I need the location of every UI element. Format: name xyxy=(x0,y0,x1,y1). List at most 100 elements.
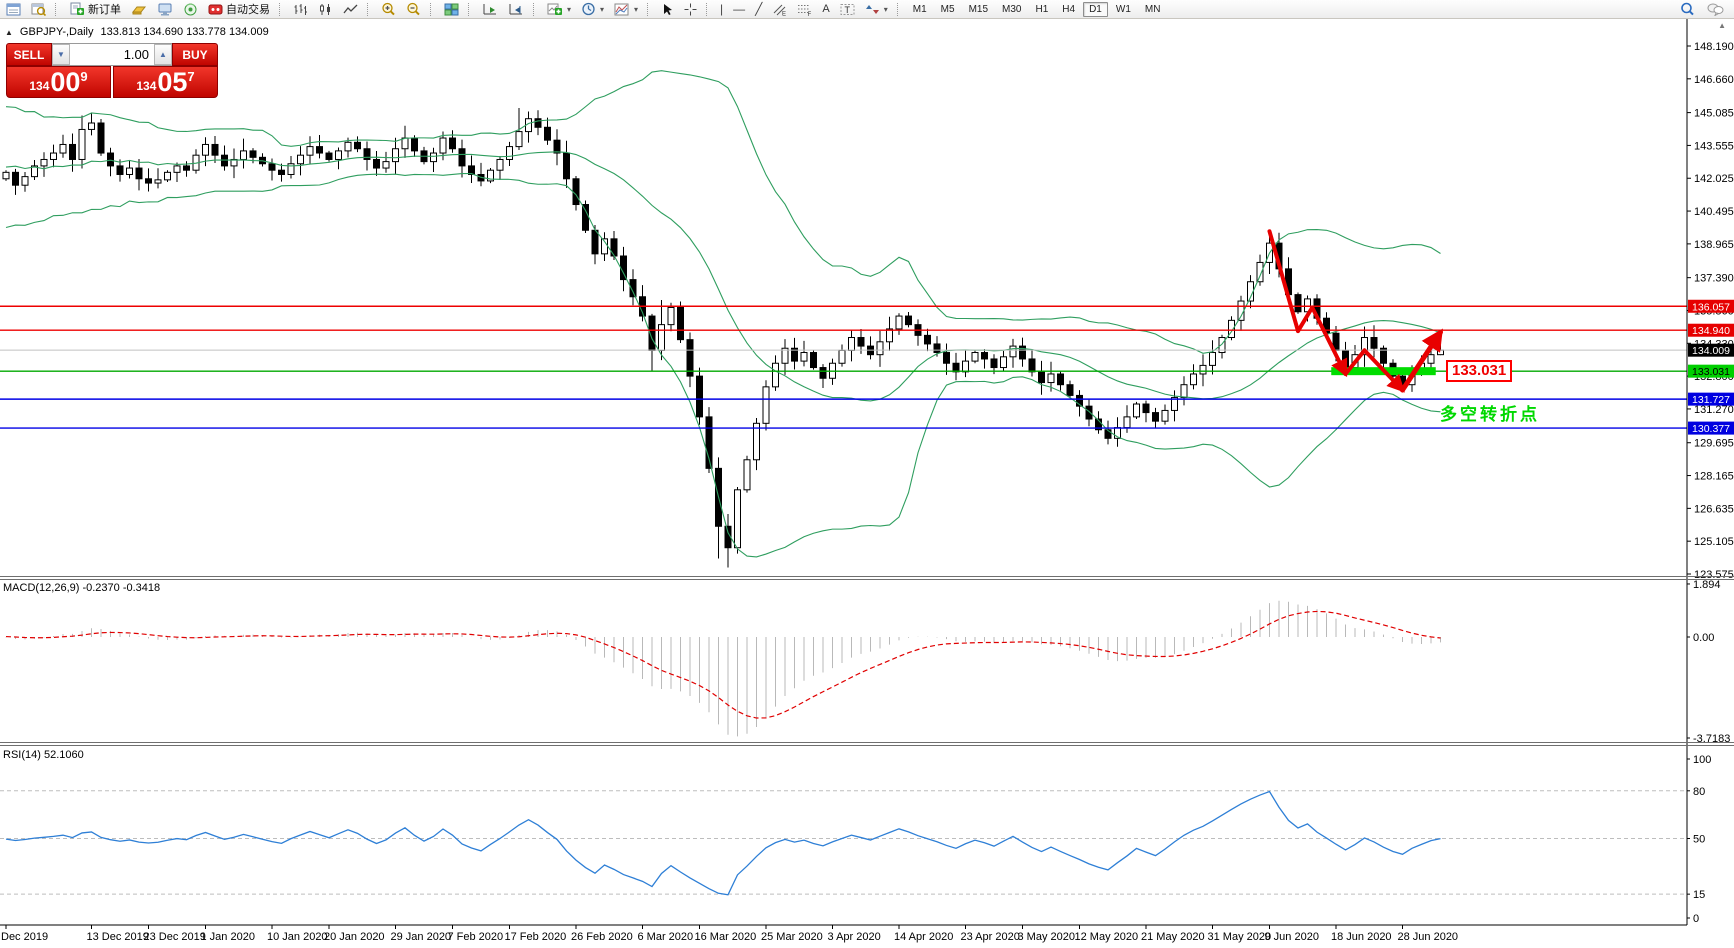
horizontal-line-icon[interactable]: — xyxy=(729,0,749,19)
buy-button[interactable]: BUY xyxy=(172,43,218,66)
timeframe-m15[interactable]: M15 xyxy=(963,2,994,17)
market-watch-icon[interactable] xyxy=(2,0,25,19)
text-icon[interactable]: A xyxy=(818,0,833,19)
toolbar-separator xyxy=(897,3,902,16)
auto-scroll-icon[interactable] xyxy=(478,0,502,19)
svg-text:17 Feb 2020: 17 Feb 2020 xyxy=(505,931,567,943)
svg-text:18 Jun 2020: 18 Jun 2020 xyxy=(1331,931,1392,943)
timeframe-m30[interactable]: M30 xyxy=(996,2,1027,17)
svg-text:137.390: 137.390 xyxy=(1694,273,1734,285)
volume-input[interactable]: 1.00 xyxy=(70,44,154,65)
chart-window[interactable]: 148.190146.660145.085143.555142.025140.4… xyxy=(0,19,1734,948)
trendline-icon[interactable]: ╱ xyxy=(751,0,766,19)
svg-text:-3.7183: -3.7183 xyxy=(1693,733,1730,745)
bar-chart-icon[interactable] xyxy=(289,0,312,19)
macd-label: MACD(12,26,9) -0.2370 -0.3418 xyxy=(3,582,160,594)
terminal-icon[interactable] xyxy=(153,0,177,19)
signals-icon[interactable] xyxy=(179,0,202,19)
buy-price[interactable]: 134 05 7 xyxy=(113,66,218,98)
buy-price-big: 05 xyxy=(157,67,187,97)
buy-price-prefix: 134 xyxy=(136,79,156,93)
toolbar-separator xyxy=(55,3,60,16)
history-center-icon[interactable] xyxy=(127,0,151,19)
line-chart-icon[interactable] xyxy=(339,0,362,19)
svg-text:133.031: 133.031 xyxy=(1692,366,1730,378)
sell-price[interactable]: 134 00 9 xyxy=(6,66,111,98)
data-window-icon[interactable] xyxy=(27,0,50,19)
chevron-down-icon: ▾ xyxy=(600,5,604,14)
autotrading-button[interactable]: 自动交易 xyxy=(204,0,274,19)
fibonacci-icon[interactable]: F xyxy=(793,0,816,19)
indicators-button[interactable]: ▾ xyxy=(543,0,575,19)
support-price-callout[interactable]: 133.031 xyxy=(1446,360,1512,382)
symbol-title: ▲ GBPJPY-,Daily 133.813 134.690 133.778 … xyxy=(5,26,269,38)
turning-point-annotation[interactable]: 多空转折点 xyxy=(1440,400,1540,425)
svg-text:21 May 2020: 21 May 2020 xyxy=(1141,931,1205,943)
svg-text:125.105: 125.105 xyxy=(1694,536,1734,548)
rsi-label: RSI(14) 52.1060 xyxy=(3,749,84,761)
svg-text:131.727: 131.727 xyxy=(1692,394,1730,406)
equidistant-channel-icon[interactable]: E xyxy=(768,0,791,19)
symbol-ohlc: 133.813 134.690 133.778 134.009 xyxy=(100,26,268,38)
timeframe-mn[interactable]: MN xyxy=(1139,2,1167,17)
zoom-out-icon[interactable] xyxy=(402,0,425,19)
price-chart-canvas[interactable]: 148.190146.660145.085143.555142.025140.4… xyxy=(0,19,1734,948)
svg-text:0: 0 xyxy=(1693,913,1699,925)
svg-text:80: 80 xyxy=(1693,786,1705,798)
svg-text:142.025: 142.025 xyxy=(1694,173,1734,185)
svg-text:138.965: 138.965 xyxy=(1694,239,1734,251)
svg-text:145.085: 145.085 xyxy=(1694,108,1734,120)
templates-button[interactable]: ▾ xyxy=(610,0,642,19)
svg-text:29 Jan 2020: 29 Jan 2020 xyxy=(391,931,452,943)
periods-button[interactable]: ▾ xyxy=(577,0,608,19)
svg-text:12 May 2020: 12 May 2020 xyxy=(1075,931,1139,943)
svg-text:10 Jan 2020: 10 Jan 2020 xyxy=(267,931,328,943)
new-order-label: 新订单 xyxy=(88,1,121,17)
candlestick-chart-icon[interactable] xyxy=(314,0,337,19)
toolbar-separator xyxy=(430,3,435,16)
one-click-trading-panel: SELL ▼ 1.00 ▲ BUY 134 00 9 134 05 7 xyxy=(6,43,218,98)
zoom-in-icon[interactable] xyxy=(377,0,400,19)
timeframe-m5[interactable]: M5 xyxy=(935,2,961,17)
svg-text:Dec 2019: Dec 2019 xyxy=(1,931,48,943)
chevron-down-icon: ▾ xyxy=(634,5,638,14)
svg-text:143.555: 143.555 xyxy=(1694,140,1734,152)
timeframe-h1[interactable]: H1 xyxy=(1029,2,1054,17)
text-label-icon[interactable]: T xyxy=(836,0,859,19)
timeframe-h4[interactable]: H4 xyxy=(1056,2,1081,17)
cursor-icon[interactable] xyxy=(657,0,678,19)
tile-windows-icon[interactable] xyxy=(440,0,463,19)
chat-icon[interactable] xyxy=(1703,0,1728,19)
scroll-up-icon[interactable]: ▲ xyxy=(1718,21,1726,30)
toolbar-separator xyxy=(533,3,538,16)
timeframe-d1[interactable]: D1 xyxy=(1083,2,1108,17)
svg-text:148.190: 148.190 xyxy=(1694,41,1734,53)
svg-text:140.495: 140.495 xyxy=(1694,206,1734,218)
svg-text:0.00: 0.00 xyxy=(1693,632,1714,644)
svg-text:F: F xyxy=(808,12,812,16)
svg-text:3 May 2020: 3 May 2020 xyxy=(1018,931,1075,943)
crosshair-icon[interactable] xyxy=(680,0,701,19)
chevron-down-icon: ▾ xyxy=(884,5,888,14)
svg-text:28 Jun 2020: 28 Jun 2020 xyxy=(1398,931,1459,943)
toolbar-separator xyxy=(647,3,652,16)
svg-text:14 Apr 2020: 14 Apr 2020 xyxy=(894,931,953,943)
svg-text:23 Dec 2019: 23 Dec 2019 xyxy=(144,931,206,943)
timeframe-w1[interactable]: W1 xyxy=(1110,2,1137,17)
sell-button[interactable]: SELL xyxy=(6,43,52,66)
vertical-line-icon[interactable]: | xyxy=(716,0,727,19)
volume-increase-button[interactable]: ▲ xyxy=(154,44,172,65)
svg-text:26 Feb 2020: 26 Feb 2020 xyxy=(571,931,633,943)
svg-text:T: T xyxy=(844,5,850,15)
new-order-button[interactable]: 新订单 xyxy=(65,0,125,19)
arrows-icon[interactable]: ▾ xyxy=(861,0,892,19)
direction-up-icon: ▲ xyxy=(5,28,13,37)
svg-text:136.057: 136.057 xyxy=(1692,301,1730,313)
volume-decrease-button[interactable]: ▼ xyxy=(52,44,70,65)
svg-text:50: 50 xyxy=(1693,834,1705,846)
timeframe-m1[interactable]: M1 xyxy=(907,2,933,17)
svg-text:1.894: 1.894 xyxy=(1693,579,1721,591)
svg-text:134.940: 134.940 xyxy=(1692,325,1730,337)
chart-shift-icon[interactable] xyxy=(504,0,528,19)
search-icon[interactable] xyxy=(1676,0,1699,19)
